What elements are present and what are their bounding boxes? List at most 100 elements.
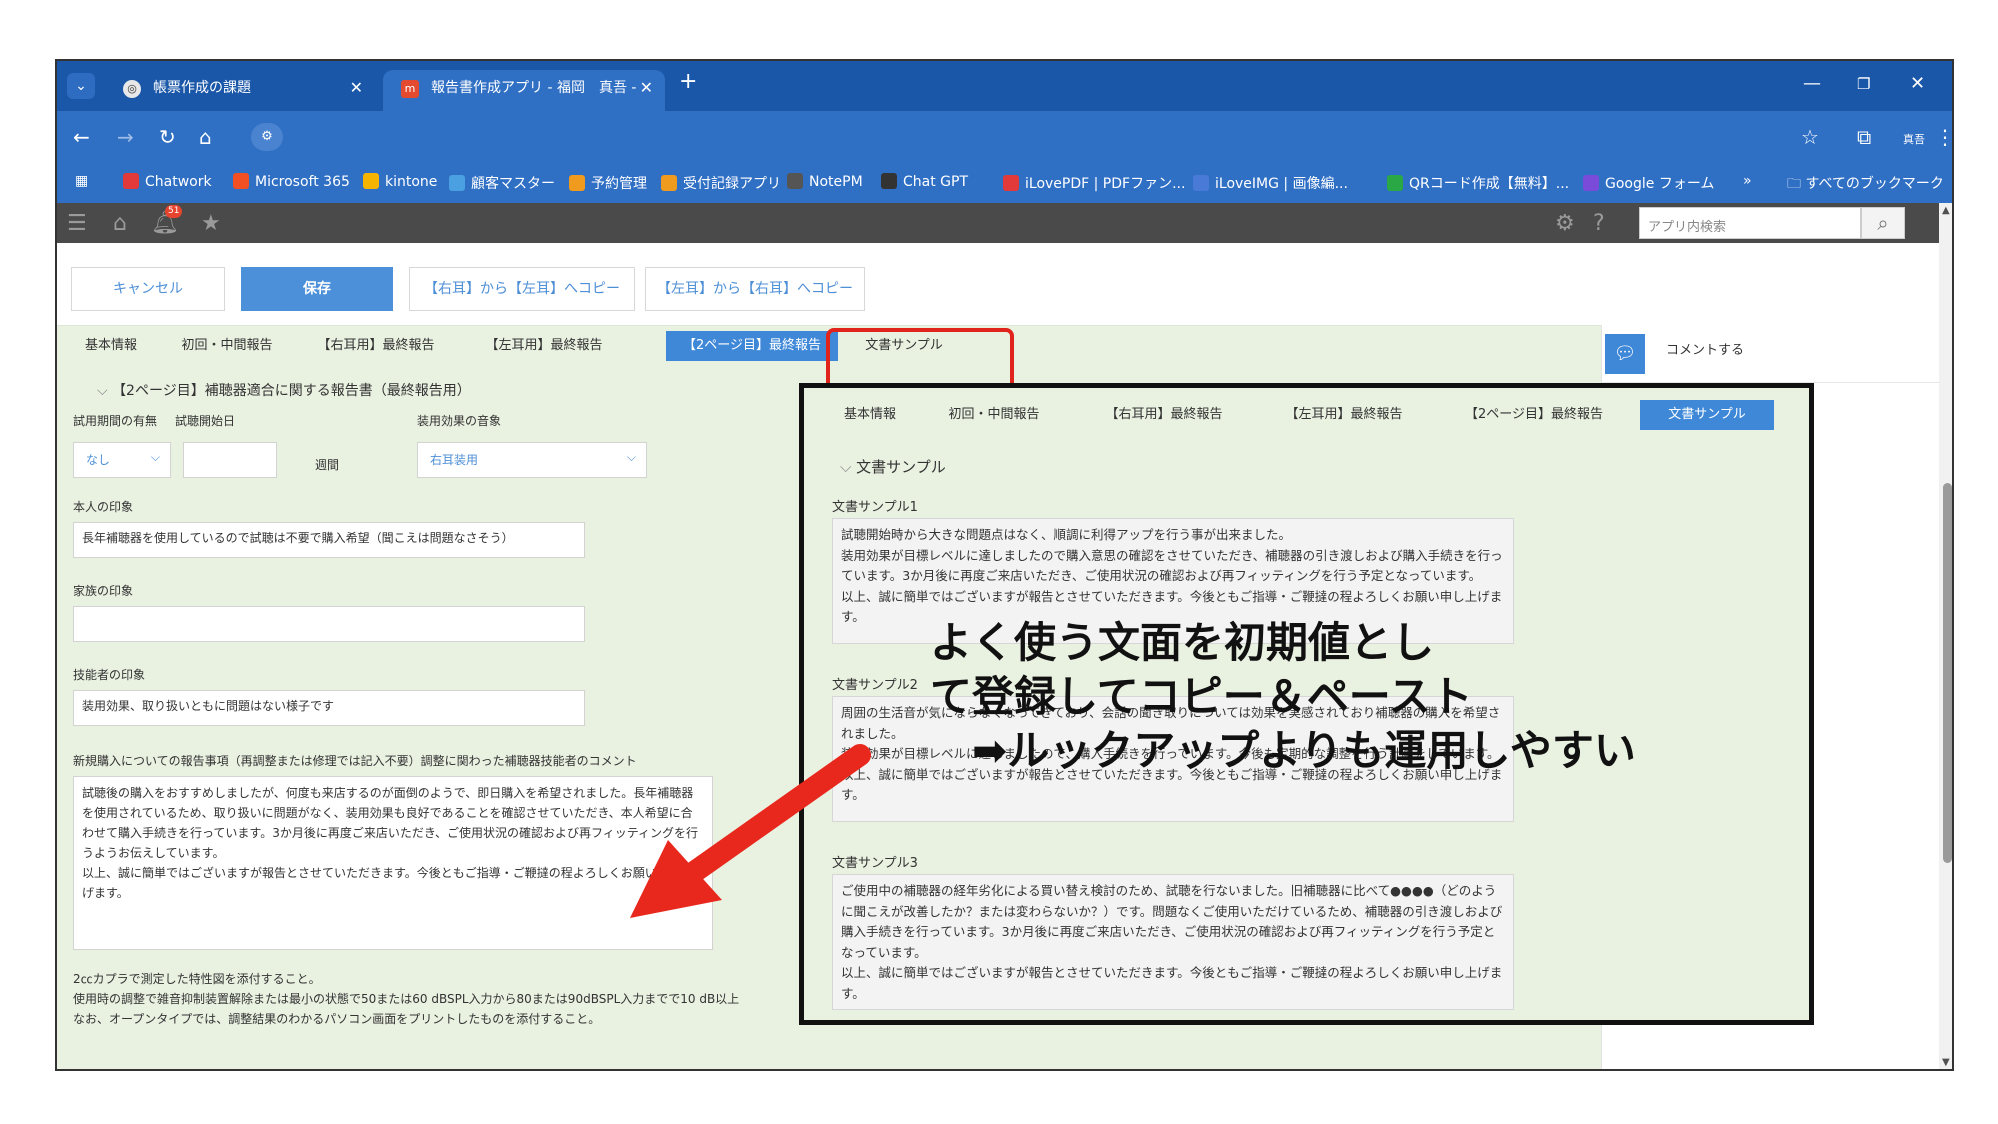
tab-left-ear-report[interactable]: 【左耳用】最終報告	[469, 331, 619, 361]
gear-icon[interactable]: ⚙	[1555, 211, 1575, 236]
trial-weeks-input[interactable]	[183, 442, 277, 478]
url-bar[interactable]: ⚙	[243, 119, 1773, 155]
new-purchase-label: 新規購入についての報告事項（再調整または修理では記入不要）調整に関わった補聴器技…	[73, 754, 637, 768]
note-line: なお、オープンタイプでは、調整結果のわかるパソコン画面をプリントしたものを添付す…	[73, 1012, 601, 1026]
app-search-input[interactable]: アプリ内検索	[1639, 207, 1861, 239]
close-tab-icon[interactable]: ✕	[350, 70, 363, 106]
comment-row[interactable]: 💬︎ コメントする	[1602, 325, 1940, 383]
chevron-down-icon: ⌵	[840, 458, 857, 476]
scroll-up-icon[interactable]: ▲	[1942, 205, 1950, 216]
chatwork-icon	[123, 173, 139, 189]
tab-search-chevron-icon[interactable]: ⌄	[67, 73, 95, 99]
bookmark-item[interactable]: 顧客マスター	[449, 173, 555, 193]
tab-page2-report[interactable]: 【2ページ目】最終報告	[666, 331, 838, 361]
bookmark-item[interactable]: iLoveIMG | 画像編...	[1193, 173, 1348, 193]
browser-tab-1[interactable]: ◎ 帳票作成の課題 ✕	[105, 70, 375, 111]
site-info-icon[interactable]: ⚙	[251, 123, 283, 151]
tab-title: 帳票作成の課題	[153, 80, 251, 96]
scrollbar-thumb[interactable]	[1943, 483, 1952, 863]
browser-tab-bar: ⌄ ◎ 帳票作成の課題 ✕ m 報告書作成アプリ - 福岡 真吾 - ✕ + —…	[57, 61, 1952, 111]
trial-period-select[interactable]: なし ⌵	[73, 442, 171, 478]
menu-dots-icon[interactable]: ⋮	[1935, 125, 1952, 149]
star-icon[interactable]: ★	[201, 211, 221, 236]
close-tab-icon[interactable]: ✕	[640, 70, 653, 106]
browser-tab-2[interactable]: m 報告書作成アプリ - 福岡 真吾 - ✕	[383, 70, 665, 111]
bookmark-label: Chatwork	[145, 174, 212, 190]
profile-avatar[interactable]: 真吾	[1903, 131, 1925, 147]
notification-badge: 51	[165, 205, 183, 218]
home-icon[interactable]: ⌂	[113, 211, 127, 236]
bookmark-item[interactable]: NotePM	[787, 173, 863, 190]
wearing-effect-select[interactable]: 右耳装用 ⌵	[417, 442, 647, 478]
weeks-label: 週間	[315, 458, 340, 472]
comment-label[interactable]: コメントする	[1666, 339, 1744, 358]
callout-text: よく使う文面を初期値とし て登録してコピー＆ペースト ➡ルックアップよりも運用しや…	[930, 616, 1750, 778]
tech-impression-field[interactable]: 装用効果、取り扱いともに問題はない様子です	[73, 690, 585, 726]
page-scrollbar[interactable]: ▲ ▼	[1939, 203, 1952, 1069]
note-line: 使用時の調整で雑音抑制装置解除または最小の状態で50または60 dBSPL入力か…	[73, 992, 740, 1006]
tab-title: 報告書作成アプリ - 福岡 真吾 -	[431, 80, 637, 96]
minimize-icon[interactable]: —	[1803, 73, 1821, 94]
tab-basic-info[interactable]: 基本情報	[826, 400, 914, 430]
bookmark-item[interactable]: 受付記録アプリ	[661, 173, 781, 193]
bookmark-item[interactable]: Microsoft 365	[233, 173, 350, 190]
search-icon[interactable]: ⌕	[1861, 207, 1905, 239]
bookmark-item[interactable]: Chatwork	[123, 173, 212, 190]
speech-bubble-icon[interactable]: 💬︎	[1605, 334, 1645, 374]
self-impression-field[interactable]: 長年補聴器を使用しているので試聴は不要で購入希望（聞こえは問題なさそう）	[73, 522, 585, 558]
app-icon	[661, 175, 677, 191]
cancel-button[interactable]: キャンセル	[71, 267, 225, 311]
hamburger-menu-icon[interactable]: ☰	[67, 211, 87, 236]
bookmark-item[interactable]: iLovePDF | PDFファン...	[1003, 173, 1185, 193]
family-impression-field[interactable]	[73, 606, 585, 642]
heart-icon	[1003, 175, 1019, 191]
copy-right-to-left-button[interactable]: 【右耳】から【左耳】へコピー	[409, 267, 635, 311]
help-icon[interactable]: ?	[1593, 211, 1605, 236]
apps-grid-icon[interactable]: ▦	[75, 173, 88, 189]
bookmark-label: 顧客マスター	[471, 176, 555, 192]
back-icon[interactable]: ←	[73, 125, 90, 149]
bookmarks-bar: ▦ Chatwork Microsoft 365 kintone 顧客マスター 予約管理…	[57, 163, 1952, 203]
section-title[interactable]: ⌵ 【2ページ目】補聴器適合に関する報告書（最終報告用）	[97, 380, 471, 400]
reload-icon[interactable]: ↻	[159, 125, 176, 149]
sample-label: 文書サンプル3	[832, 856, 918, 871]
qr-icon	[1387, 175, 1403, 191]
family-impression-label: 家族の印象	[73, 584, 134, 598]
chevron-down-icon: ⌵	[97, 383, 113, 399]
save-button[interactable]: 保存	[241, 267, 393, 311]
bookmark-item[interactable]: Chat GPT	[881, 173, 968, 190]
microsoft-icon	[233, 173, 249, 189]
tab-basic-info[interactable]: 基本情報	[69, 331, 153, 361]
new-purchase-comment-field[interactable]: 試聴後の購入をおすすめしましたが、何度も来店するのが面倒のようで、即日購入を希望…	[73, 776, 713, 950]
home-icon[interactable]: ⌂	[199, 125, 212, 149]
app-icon	[449, 175, 465, 191]
trial-period-label: 試用期間の有無	[73, 414, 158, 428]
bookmark-item[interactable]: QRコード作成【無料】...	[1387, 173, 1569, 193]
bookmark-star-icon[interactable]: ☆	[1801, 125, 1819, 149]
close-window-icon[interactable]: ✕	[1910, 73, 1925, 94]
bookmark-item[interactable]: 予約管理	[569, 173, 647, 193]
scroll-down-icon[interactable]: ▼	[1942, 1057, 1950, 1068]
section-title[interactable]: ⌵ 文書サンプル	[840, 456, 946, 477]
wearing-effect-label: 装用効果の音象	[417, 414, 502, 428]
extensions-icon[interactable]: ⧉	[1857, 125, 1871, 149]
tab-right-ear-report[interactable]: 【右耳用】最終報告	[301, 331, 451, 361]
tab-page2-report[interactable]: 【2ページ目】最終報告	[1444, 400, 1624, 430]
restore-icon[interactable]: ❐	[1857, 75, 1870, 93]
more-bookmarks-icon[interactable]: »	[1743, 173, 1752, 189]
bookmark-item[interactable]: kintone	[363, 173, 437, 190]
new-tab-icon[interactable]: +	[679, 69, 697, 94]
bookmark-item[interactable]: Google フォーム	[1583, 173, 1714, 193]
callout-lines: よく使う文面を初期値とし て登録してコピー＆ペースト ➡ルックアップよりも運用しや…	[930, 616, 1750, 778]
tab-left-ear-report[interactable]: 【左耳用】最終報告	[1264, 400, 1424, 430]
folder-icon: 🗀	[1787, 176, 1801, 192]
tab-initial-report[interactable]: 初回・中間報告	[165, 331, 289, 361]
tab-right-ear-report[interactable]: 【右耳用】最終報告	[1084, 400, 1244, 430]
copy-left-to-right-button[interactable]: 【左耳】から【右耳】へコピー	[645, 267, 865, 311]
form-tabs: 基本情報 初回・中間報告 【右耳用】最終報告 【左耳用】最終報告 【2ページ目】…	[69, 331, 964, 361]
tab-document-samples[interactable]: 文書サンプル	[1640, 400, 1774, 430]
sample-text-3[interactable]: ご使用中の補聴器の経年劣化による買い替え検討のため、試聴を行ないました。旧補聴器…	[832, 874, 1514, 1010]
tab-initial-report[interactable]: 初回・中間報告	[924, 400, 1064, 430]
all-bookmarks[interactable]: 🗀 すべてのブックマーク	[1787, 173, 1944, 197]
forward-icon[interactable]: →	[117, 125, 134, 149]
